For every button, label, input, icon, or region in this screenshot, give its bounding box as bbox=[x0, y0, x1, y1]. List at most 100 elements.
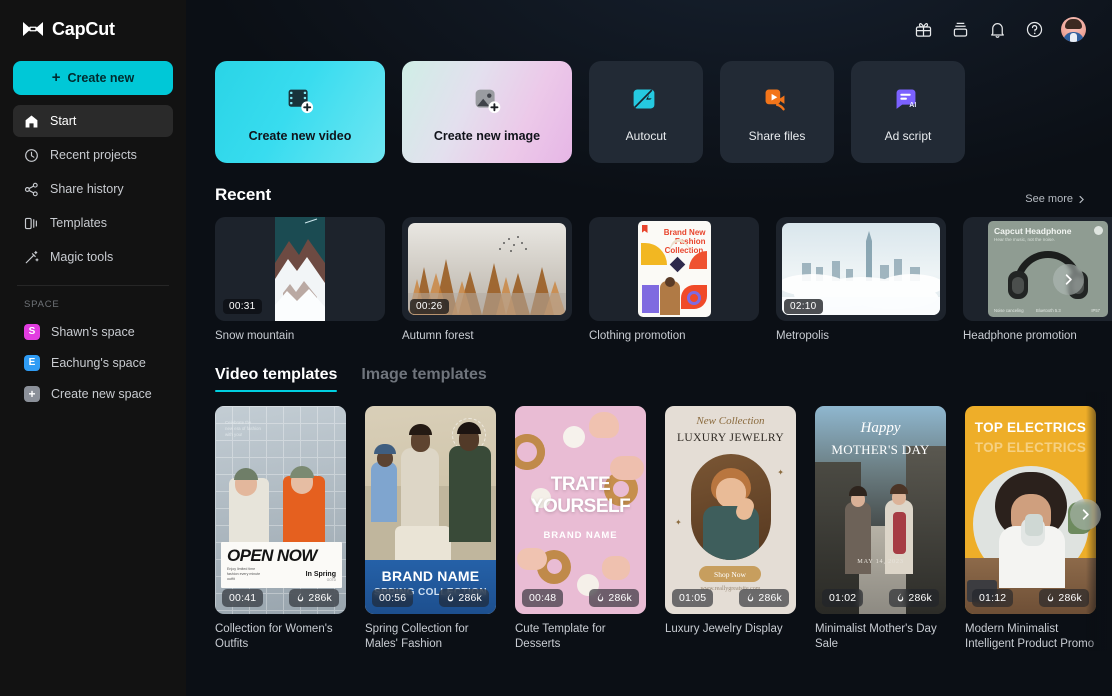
template-thumbnail: Celebrate thenew era of fashionwith you!… bbox=[215, 406, 346, 614]
autocut-card[interactable]: Autocut bbox=[589, 61, 703, 163]
page-title: Recent bbox=[215, 185, 271, 205]
create-new-image-card[interactable]: Create new image bbox=[402, 61, 572, 163]
tab-image-templates[interactable]: Image templates bbox=[361, 366, 486, 392]
dessert-brand: BRAND NAME bbox=[515, 530, 646, 541]
close-icon bbox=[1094, 226, 1103, 235]
likes-badge: 286k bbox=[739, 589, 789, 607]
gift-icon[interactable] bbox=[913, 19, 933, 39]
rewards-icon[interactable] bbox=[950, 19, 970, 39]
recent-thumbnail: Brand New Fashion Collection. bbox=[589, 217, 759, 321]
action-label: Create new image bbox=[434, 129, 540, 143]
magic-wand-icon bbox=[24, 250, 39, 265]
recent-thumbnail: 02:10 bbox=[776, 217, 946, 321]
likes-badge: 286k bbox=[289, 589, 339, 607]
create-new-button[interactable]: + Create new bbox=[13, 61, 173, 95]
template-name: Collection for Women's Outfits bbox=[215, 622, 346, 651]
open-now-text: OPEN NOW bbox=[227, 547, 336, 565]
templates-next-button[interactable] bbox=[1070, 499, 1101, 530]
sidebar-item-recent-projects[interactable]: Recent projects bbox=[13, 139, 173, 171]
sidebar-item-share-history[interactable]: Share history bbox=[13, 173, 173, 205]
recent-see-more-link[interactable]: See more bbox=[1025, 193, 1086, 205]
capcut-logo-icon bbox=[21, 20, 45, 38]
template-card[interactable]: New Collection LUXURY JEWELRY ✦ ✦ Shop N… bbox=[665, 406, 796, 651]
chevron-right-icon bbox=[1077, 195, 1086, 204]
sidebar-item-label: Start bbox=[50, 114, 76, 128]
share-icon bbox=[24, 182, 39, 197]
in-spring-text: In Spring bbox=[306, 571, 336, 578]
notification-bell-icon[interactable] bbox=[987, 19, 1007, 39]
template-card[interactable]: TRATE YOURSELF BRAND NAME 00:48 286k Cut… bbox=[515, 406, 646, 651]
recent-project-name: Headphone promotion bbox=[963, 330, 1112, 342]
recent-project-card[interactable]: Brand New Fashion Collection. bbox=[589, 217, 759, 342]
template-thumbnail: Happy MOTHER'S DAY MAY 14, 2023 01:02 28… bbox=[815, 406, 946, 614]
flame-icon bbox=[596, 593, 605, 603]
recent-project-card[interactable]: 02:10 Metropolis bbox=[776, 217, 946, 342]
flame-icon bbox=[446, 593, 455, 603]
duration-badge: 00:48 bbox=[522, 589, 563, 607]
action-label: Share files bbox=[749, 129, 806, 143]
flame-icon bbox=[1046, 593, 1055, 603]
template-name: Minimalist Mother's Day Sale bbox=[815, 622, 946, 651]
sidebar-item-magic-tools[interactable]: Magic tools bbox=[13, 241, 173, 273]
dessert-line-1: TRATE bbox=[515, 474, 646, 496]
templates-tabs: Video templates Image templates bbox=[186, 342, 1112, 392]
flame-icon bbox=[746, 593, 755, 603]
recent-next-button[interactable] bbox=[1053, 264, 1084, 295]
template-card[interactable]: Happy MOTHER'S DAY MAY 14, 2023 01:02 28… bbox=[815, 406, 946, 651]
plus-icon: + bbox=[24, 386, 40, 402]
duration-badge: 02:10 bbox=[784, 299, 823, 314]
sidebar-nav: Start Recent projects Share history Temp… bbox=[13, 105, 173, 273]
sidebar-item-label: Recent projects bbox=[50, 148, 137, 162]
mothers-script: Happy bbox=[815, 420, 946, 437]
flame-icon bbox=[296, 593, 305, 603]
template-card[interactable]: TOP ELECTRICS TOP ELECTRICS 01:12 286k bbox=[965, 406, 1096, 651]
recent-project-card[interactable]: 00:26 Autumn forest bbox=[402, 217, 572, 342]
plus-icon: + bbox=[52, 70, 61, 85]
recent-project-card[interactable]: Capcut Headphone Hear the music, not the… bbox=[963, 217, 1112, 342]
recent-projects-row: 00:31 Snow mountain 0 bbox=[186, 205, 1112, 342]
duration-badge: 01:12 bbox=[972, 589, 1013, 607]
duration-badge: 01:05 bbox=[672, 589, 713, 607]
template-card[interactable]: BRAND NAME SPRING COLLECTION 00:56 286k … bbox=[365, 406, 496, 651]
recent-project-name: Clothing promotion bbox=[589, 330, 759, 342]
clothing-line-1: Brand New bbox=[664, 228, 706, 237]
space-item-eachung[interactable]: E Eachung's space bbox=[13, 347, 173, 378]
create-new-space-button[interactable]: + Create new space bbox=[13, 378, 173, 409]
sidebar-item-start[interactable]: Start bbox=[13, 105, 173, 137]
user-avatar[interactable] bbox=[1061, 17, 1086, 42]
create-new-video-card[interactable]: Create new video bbox=[215, 61, 385, 163]
recent-project-name: Snow mountain bbox=[215, 330, 385, 342]
help-circle-icon[interactable] bbox=[1024, 19, 1044, 39]
headphone-feature-3: IP57 bbox=[1091, 308, 1100, 313]
space-avatar: S bbox=[24, 324, 40, 340]
template-card[interactable]: Celebrate thenew era of fashionwith you!… bbox=[215, 406, 346, 651]
dessert-line-2: YOURSELF bbox=[515, 496, 646, 518]
headphone-title: Capcut Headphone bbox=[994, 226, 1071, 236]
likes-count: 286k bbox=[458, 592, 482, 604]
electrics-ghost-title: TOP ELECTRICS bbox=[965, 440, 1096, 455]
topbar bbox=[186, 0, 1112, 58]
share-files-card[interactable]: Share files bbox=[720, 61, 834, 163]
duration-badge: 00:56 bbox=[372, 589, 413, 607]
tab-video-templates[interactable]: Video templates bbox=[215, 366, 337, 392]
likes-badge: 286k bbox=[439, 589, 489, 607]
electrics-title: TOP ELECTRICS bbox=[965, 420, 1096, 435]
main-content: Create new video Create new image bbox=[186, 0, 1112, 696]
likes-count: 286k bbox=[1058, 592, 1082, 604]
shop-now-button-label: Shop Now bbox=[714, 570, 746, 579]
sidebar-item-templates[interactable]: Templates bbox=[13, 207, 173, 239]
film-plus-icon bbox=[281, 82, 319, 120]
see-more-label: See more bbox=[1025, 193, 1073, 205]
recent-project-card[interactable]: 00:31 Snow mountain bbox=[215, 217, 385, 342]
recent-section-header: Recent See more bbox=[186, 163, 1112, 205]
duration-badge: 00:26 bbox=[410, 299, 449, 314]
ad-script-ai-icon: AI bbox=[889, 82, 927, 120]
duration-badge: 00:31 bbox=[223, 299, 262, 314]
brand-name-text: BRAND NAME bbox=[365, 568, 496, 584]
duration-badge: 01:02 bbox=[822, 589, 863, 607]
headphone-feature-2: Bluetooth 5.3 bbox=[1036, 308, 1061, 313]
template-cards-row: Celebrate thenew era of fashionwith you!… bbox=[186, 392, 1112, 651]
ad-script-card[interactable]: AI Ad script bbox=[851, 61, 965, 163]
headphone-subtitle: Hear the music, not the noise. bbox=[994, 237, 1055, 242]
space-item-shawn[interactable]: S Shawn's space bbox=[13, 316, 173, 347]
